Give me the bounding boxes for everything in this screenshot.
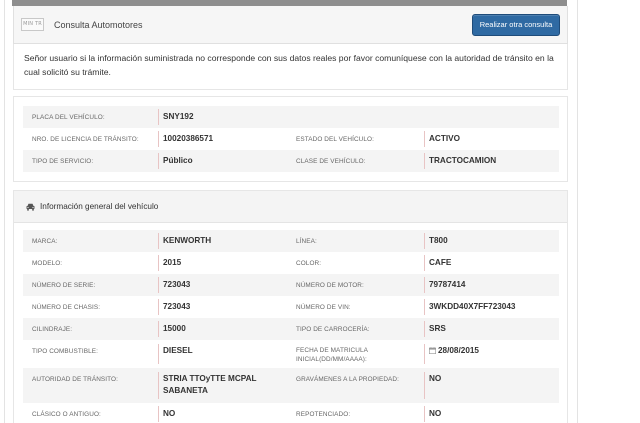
table-row: CILINDRAJE: 15000 TIPO DE CARROCERÍA: SR… — [23, 318, 559, 340]
value-divider — [158, 153, 159, 169]
vehicle-class-label: CLASE DE VEHÍCULO: — [296, 158, 366, 165]
model-value: 2015 — [163, 258, 182, 267]
value-divider — [158, 233, 159, 249]
vin-label: NÚMERO DE VIN: — [296, 304, 351, 311]
plate-label: PLACA DEL VEHÍCULO: — [32, 114, 105, 121]
license-label: NRO. DE LICENCIA DE TRÁNSITO: — [32, 136, 139, 143]
service-type-label: TIPO DE SERVICIO: — [32, 158, 94, 165]
line-value: T800 — [429, 236, 448, 245]
table-row: NÚMERO DE SERIE: 723043 NÚMERO DE MOTOR:… — [23, 274, 559, 296]
general-info-title: Información general del vehículo — [40, 202, 159, 211]
classic-value: NO — [163, 409, 176, 418]
value-divider — [424, 277, 425, 293]
fuel-type-label: TIPO COMBUSTIBLE: — [32, 348, 98, 355]
fuel-type-value: DIESEL — [163, 346, 193, 355]
plate-value: SNY192 — [163, 112, 194, 121]
displacement-value: 15000 — [163, 324, 186, 333]
value-divider — [158, 277, 159, 293]
value-divider — [158, 372, 159, 399]
general-info-panel: Información general del vehículo MARCA: … — [13, 190, 568, 423]
table-row: MODELO: 2015 COLOR: CAFE — [23, 252, 559, 274]
serial-number-value: 723043 — [163, 280, 191, 289]
vin-value: 3WKDD40X7FF723043 — [429, 302, 516, 311]
color-label: COLOR: — [296, 260, 322, 267]
value-divider — [158, 321, 159, 337]
model-label: MODELO: — [32, 260, 63, 267]
line-label: LÍNEA: — [296, 238, 317, 245]
table-row: PLACA DEL VEHÍCULO: SNY192 — [23, 106, 559, 128]
table-row: TIPO COMBUSTIBLE: DIESEL FECHA DE MATRIC… — [23, 340, 559, 368]
chassis-number-value: 723043 — [163, 302, 191, 311]
chassis-number-label: NÚMERO DE CHASIS: — [32, 304, 101, 311]
liens-label: GRAVÁMENES A LA PROPIEDAD: — [296, 376, 399, 383]
brand-value: KENWORTH — [163, 236, 212, 245]
engine-number-value: 79787414 — [429, 280, 466, 289]
value-divider — [158, 109, 159, 125]
page-right-border — [577, 0, 578, 423]
value-divider — [424, 321, 425, 337]
value-divider — [158, 255, 159, 271]
serial-number-label: NÚMERO DE SERIE: — [32, 282, 96, 289]
vehicle-class-value: TRACTOCAMION — [429, 156, 497, 165]
license-value: 10020386571 — [163, 134, 214, 143]
service-type-value: Público — [163, 156, 193, 165]
classic-label: CLÁSICO O ANTIGUO: — [32, 411, 101, 418]
vehicle-summary-panel: PLACA DEL VEHÍCULO: SNY192 NRO. DE LICEN… — [13, 96, 568, 182]
transit-authority-value: STRIA TTOyTTE MCPAL SABANETA — [163, 374, 257, 395]
value-divider — [424, 406, 425, 422]
table-row: TIPO DE SERVICIO: Público CLASE DE VEHÍC… — [23, 150, 559, 172]
value-divider — [424, 233, 425, 249]
table-row: MARCA: KENWORTH LÍNEA: T800 — [23, 230, 559, 252]
value-divider — [158, 344, 159, 364]
value-divider — [424, 255, 425, 271]
value-divider — [424, 299, 425, 315]
repowered-label: REPOTENCIADO: — [296, 411, 351, 418]
brand-label: MARCA: — [32, 238, 58, 245]
table-row: CLÁSICO O ANTIGUO: NO REPOTENCIADO: NO — [23, 403, 559, 423]
status-value: ACTIVO — [429, 134, 460, 143]
page-left-border — [4, 0, 5, 423]
new-query-button[interactable]: Realizar otra consulta — [472, 14, 560, 36]
body-type-label: TIPO DE CARROCERÍA: — [296, 326, 370, 333]
status-label: ESTADO DEL VEHÍCULO: — [296, 136, 374, 143]
consulta-page: MIN TR Consulta Automotores Realizar otr… — [13, 6, 568, 423]
repowered-value: NO — [429, 409, 442, 418]
car-icon — [26, 203, 35, 211]
engine-number-label: NÚMERO DE MOTOR: — [296, 282, 364, 289]
liens-value: NO — [429, 374, 442, 383]
page-title: Consulta Automotores — [54, 20, 143, 30]
transit-authority-label: AUTORIDAD DE TRÁNSITO: — [32, 376, 119, 383]
value-divider — [158, 406, 159, 422]
notice-text: Señor usuario si la información suminist… — [24, 53, 554, 77]
table-row: AUTORIDAD DE TRÁNSITO: STRIA TTOyTTE MCP… — [23, 368, 559, 403]
page-header: MIN TR Consulta Automotores Realizar otr… — [13, 6, 568, 44]
value-divider — [424, 153, 425, 169]
table-row: NRO. DE LICENCIA DE TRÁNSITO: 1002038657… — [23, 128, 559, 150]
value-divider — [424, 344, 425, 364]
body-type-value: SRS — [429, 324, 446, 333]
general-info-heading[interactable]: Información general del vehículo — [14, 191, 567, 223]
notice-box: Señor usuario si la información suminist… — [13, 44, 568, 90]
value-divider — [158, 299, 159, 315]
table-row: NÚMERO DE CHASIS: 723043 NÚMERO DE VIN: … — [23, 296, 559, 318]
value-divider — [158, 131, 159, 147]
registration-date-label: FECHA DE MATRICULA INICIAL(DD/MM/AAAA): — [296, 347, 368, 363]
calendar-icon — [429, 347, 436, 354]
color-value: CAFE — [429, 258, 452, 267]
value-divider — [424, 372, 425, 399]
registration-date-value: 28/08/2015 — [438, 346, 479, 355]
value-divider — [424, 131, 425, 147]
ministry-logo: MIN TR — [21, 18, 44, 31]
displacement-label: CILINDRAJE: — [32, 326, 73, 333]
